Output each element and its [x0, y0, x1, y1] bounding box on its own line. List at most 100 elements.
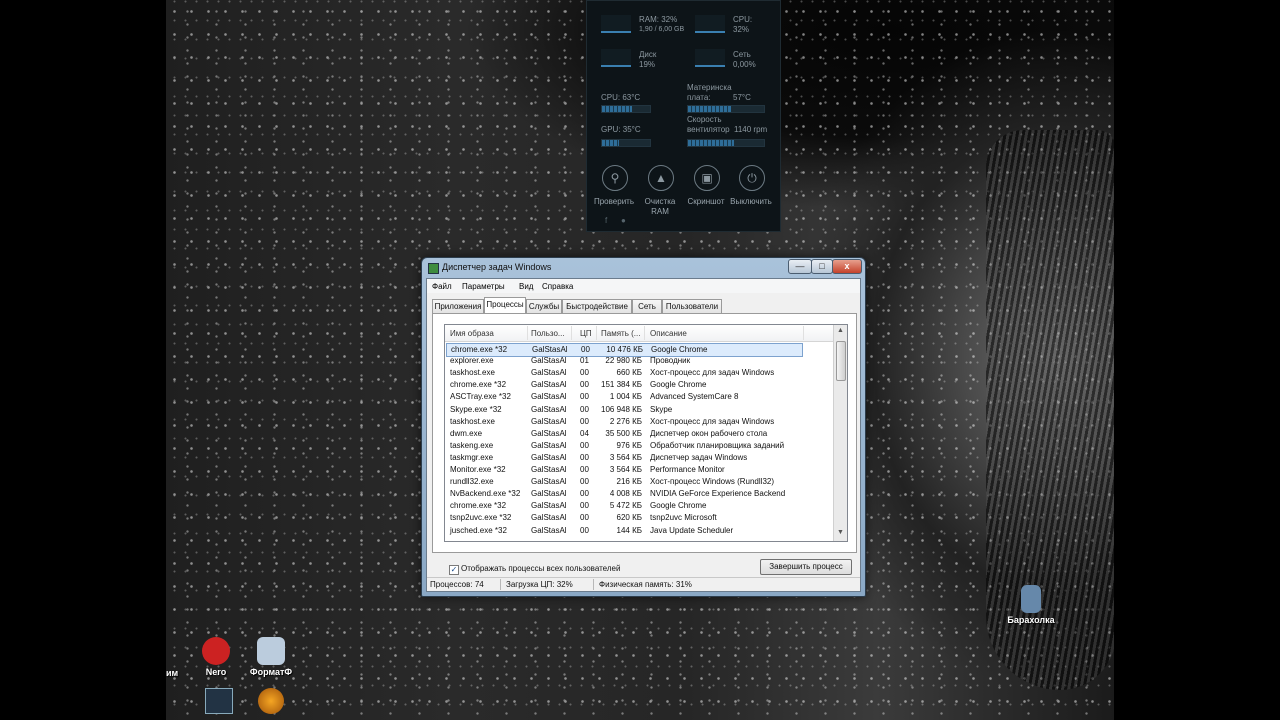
- table-cell: 00: [580, 416, 589, 426]
- mb-temp: 57°C: [733, 93, 751, 102]
- col-memory[interactable]: Память (...: [601, 329, 640, 338]
- format-icon: [257, 637, 285, 665]
- end-process-button[interactable]: Завершить процесс: [760, 559, 852, 575]
- tab-services[interactable]: Службы: [526, 299, 562, 313]
- mb-temp-fill: [688, 106, 732, 112]
- table-cell: taskmgr.exe: [450, 452, 494, 462]
- net-label: Сеть: [733, 50, 751, 59]
- title-bar[interactable]: Диспетчер задач Windows — □ x: [422, 258, 865, 278]
- check-button[interactable]: ⚲: [602, 165, 628, 191]
- menu-file[interactable]: Файл: [432, 282, 452, 291]
- fan-label-1: Скорость: [687, 115, 722, 124]
- info-icon[interactable]: ●: [621, 216, 626, 225]
- minimize-button[interactable]: —: [788, 259, 812, 274]
- maximize-button[interactable]: □: [811, 259, 833, 274]
- col-cpu[interactable]: ЦП: [580, 329, 592, 338]
- col-user[interactable]: Пользо...: [531, 329, 565, 338]
- burn-app-icon[interactable]: [258, 688, 284, 714]
- video-app-icon[interactable]: [205, 688, 233, 714]
- table-row[interactable]: chrome.exe *32 GalStasAl 00 5 472 КБ Google …: [445, 500, 833, 512]
- window-client: Файл Параметры Вид Справка Приложения Пр…: [426, 278, 861, 592]
- table-row[interactable]: tsnp2uvc.exe *32 GalStasAl 00 620 КБ tsnp2uv…: [445, 512, 833, 524]
- list-header: Имя образа Пользо... ЦП Память (... Опис…: [445, 325, 833, 342]
- desktop-icon-partial[interactable]: им: [166, 668, 180, 678]
- facebook-icon[interactable]: f: [605, 216, 607, 225]
- table-row[interactable]: taskmgr.exe GalStasAl 00 3 564 КБ Диспетчер …: [445, 452, 833, 464]
- check-label: Проверить: [593, 197, 634, 206]
- tab-users[interactable]: Пользователи: [662, 299, 722, 313]
- table-row[interactable]: rundll32.exe GalStasAl 00 216 КБ Хост-процес…: [445, 476, 833, 488]
- left-black-bar: [0, 0, 166, 720]
- table-cell: GalStasAl: [531, 392, 567, 402]
- table-row[interactable]: taskeng.exe GalStasAl 00 976 КБ Обработчик п…: [445, 440, 833, 452]
- cpu-label: CPU:: [733, 15, 753, 24]
- status-memory: Физическая память: 31%: [599, 580, 692, 589]
- menu-options[interactable]: Параметры: [462, 282, 505, 291]
- show-all-checkbox[interactable]: ✓: [449, 565, 459, 575]
- table-row[interactable]: chrome.exe *32 GalStasAl 00 151 384 КБ Googl…: [445, 379, 833, 391]
- menu-view[interactable]: Вид: [519, 282, 533, 291]
- table-cell: Google Chrome: [651, 345, 708, 354]
- table-cell: Хост-процесс Windows (Rundll32): [650, 477, 774, 487]
- close-button[interactable]: x: [832, 259, 862, 274]
- table-cell: 151 384 КБ: [601, 380, 643, 390]
- menu-help[interactable]: Справка: [542, 282, 573, 291]
- table-row[interactable]: taskhost.exe GalStasAl 00 2 276 КБ Хост-проц…: [445, 416, 833, 428]
- desktop-icon-nero[interactable]: Nero: [186, 637, 246, 677]
- table-cell: Хост-процесс для задач Windows: [650, 416, 775, 426]
- tab-network[interactable]: Сеть: [632, 299, 662, 313]
- screenshot-button[interactable]: ▣: [694, 165, 720, 191]
- power-button[interactable]: ⏻: [739, 165, 765, 191]
- table-cell: explorer.exe: [450, 356, 494, 366]
- col-separator: [644, 326, 645, 340]
- fan-label-2: вентилятор: [687, 125, 730, 134]
- desktop-icon-label: Барахолка: [1007, 615, 1055, 625]
- table-row[interactable]: jusched.exe *32 GalStasAl 00 144 КБ Java Upd…: [445, 525, 833, 537]
- table-cell: ASCTray.exe *32: [450, 392, 511, 402]
- screenshot-label: Скриншот: [687, 197, 725, 206]
- status-divider: [593, 579, 594, 590]
- scroll-down-icon[interactable]: ▼: [837, 529, 844, 536]
- desktop-icon-label: Nero: [205, 667, 227, 677]
- vertical-scrollbar[interactable]: ▲ ▼: [833, 325, 847, 541]
- tab-performance[interactable]: Быстродействие: [562, 299, 632, 313]
- task-manager-icon: [428, 263, 439, 274]
- clean-ram-button[interactable]: ▲: [648, 165, 674, 191]
- table-cell: GalStasAl: [531, 465, 567, 474]
- table-row[interactable]: explorer.exe GalStasAl 01 22 980 КБ Проводни…: [445, 355, 833, 367]
- table-cell: 00: [580, 513, 589, 523]
- desktop-icon-format[interactable]: ФорматФ: [241, 637, 301, 677]
- nero-icon: [202, 637, 230, 665]
- table-cell: GalStasAl: [531, 440, 567, 450]
- table-cell: 00: [580, 465, 589, 474]
- table-cell: 3 564 КБ: [609, 465, 642, 474]
- table-cell: 00: [580, 452, 589, 462]
- tab-processes[interactable]: Процессы: [484, 297, 526, 313]
- table-row[interactable]: ASCTray.exe *32 GalStasAl 00 1 004 КБ Advanc…: [445, 391, 833, 403]
- table-cell: 620 КБ: [616, 513, 642, 523]
- table-cell: Advanced SystemCare 8: [650, 392, 739, 402]
- cpu-temp-label: CPU: 63°C: [601, 93, 641, 102]
- col-image-name[interactable]: Имя образа: [450, 329, 494, 338]
- tab-applications[interactable]: Приложения: [432, 299, 484, 313]
- fan-fill: [688, 140, 734, 146]
- table-row[interactable]: taskhost.exe GalStasAl 00 660 КБ Хост-процес…: [445, 367, 833, 379]
- table-cell: 00: [580, 440, 589, 450]
- table-row[interactable]: Monitor.exe *32 GalStasAl 00 3 564 КБ Perfor…: [445, 464, 833, 476]
- table-cell: 35 500 КБ: [605, 428, 642, 438]
- power-label: Выключить: [730, 197, 772, 206]
- scroll-up-icon[interactable]: ▲: [837, 327, 844, 334]
- table-cell: GalStasAl: [531, 380, 567, 390]
- scroll-thumb[interactable]: [836, 341, 846, 381]
- process-list[interactable]: Имя образа Пользо... ЦП Память (... Опис…: [444, 324, 848, 542]
- table-row[interactable]: Skype.exe *32 GalStasAl 00 106 948 КБ Skype: [445, 404, 833, 416]
- desktop-icon-label: ФорматФ: [249, 667, 293, 677]
- desktop-icon-baraholka[interactable]: Барахолка: [1001, 585, 1061, 625]
- table-cell: rundll32.exe: [450, 477, 494, 487]
- table-cell: GalStasAl: [531, 525, 567, 535]
- col-description[interactable]: Описание: [650, 329, 687, 338]
- table-cell: 00: [580, 368, 589, 378]
- show-all-label: Отображать процессы всех пользователей: [461, 564, 621, 573]
- table-row[interactable]: NvBackend.exe *32 GalStasAl 00 4 008 КБ NVID…: [445, 488, 833, 500]
- table-row[interactable]: dwm.exe GalStasAl 04 35 500 КБ Диспетчер око…: [445, 428, 833, 440]
